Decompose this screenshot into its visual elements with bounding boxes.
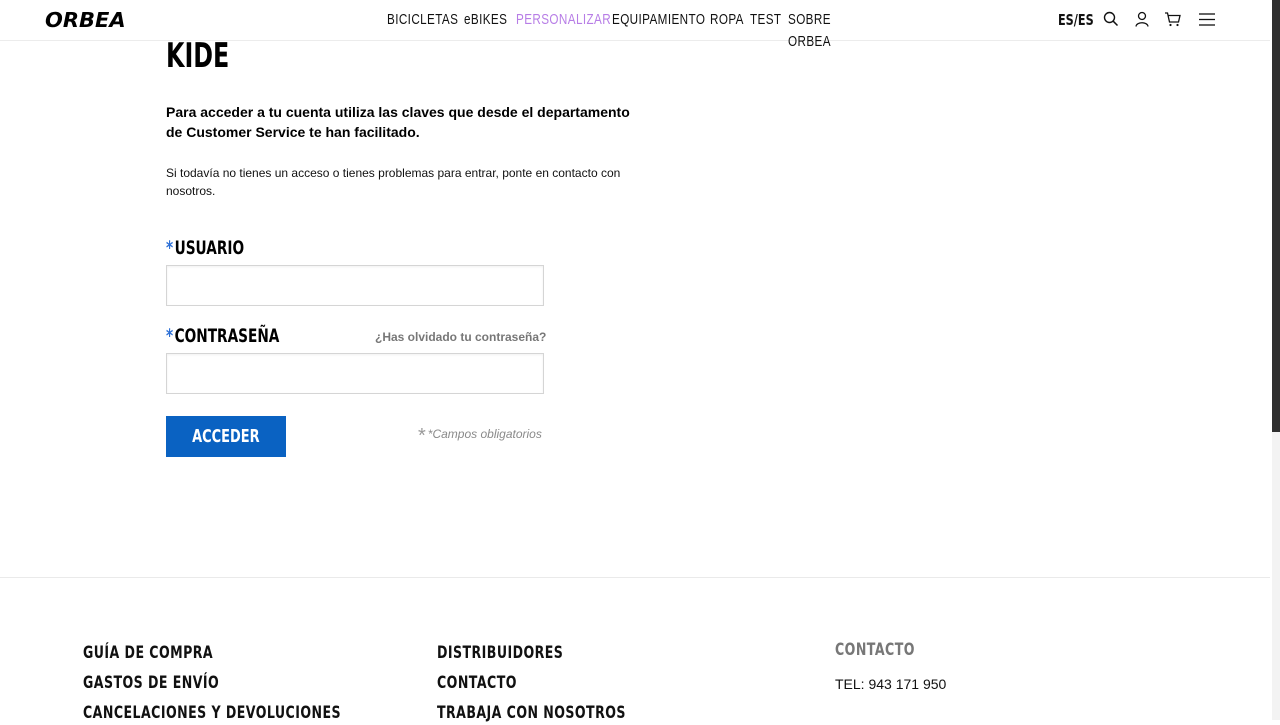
footer-link-cancelaciones[interactable]: CANCELACIONES Y DEVOLUCIONES	[83, 701, 341, 725]
required-marker: *	[166, 325, 174, 347]
nav-label: SOBRE ORBEA	[788, 11, 831, 50]
nav-label: PERSONALIZAR	[516, 11, 612, 28]
footer-contact-heading: CONTACTO	[835, 640, 915, 660]
menu-icon[interactable]	[1199, 11, 1217, 29]
username-input[interactable]	[166, 265, 544, 306]
scrollbar-thumb[interactable]	[1272, 0, 1280, 432]
mandatory-fields-text: *Campos obligatorios	[427, 427, 542, 441]
login-help-text: Si todavía no tienes un acceso o tienes …	[166, 166, 621, 198]
cart-icon[interactable]	[1164, 11, 1182, 29]
mandatory-fields-note: * *Campos obligatorios	[418, 424, 542, 446]
search-icon[interactable]	[1103, 11, 1121, 29]
password-label: *CONTRASEÑA	[166, 324, 279, 348]
footer-link-trabaja[interactable]: TRABAJA CON NOSOTROS	[437, 701, 626, 725]
site-header: ORBEA BICICLETAS eBIKES PERSONALIZAR EQU…	[0, 0, 1270, 50]
page-scrollbar[interactable]	[1272, 0, 1280, 720]
nav-label: TEST	[750, 11, 782, 28]
username-label-text: USUARIO	[174, 237, 245, 259]
password-label-text: CONTRASEÑA	[174, 325, 280, 347]
required-marker: *	[418, 425, 426, 447]
page-title: KIDE	[166, 36, 230, 76]
nav-label: BICICLETAS	[387, 11, 459, 28]
footer-link-distribuidores[interactable]: DISTRIBUIDORES	[437, 641, 563, 665]
nav-label: eBIKES	[464, 11, 508, 28]
orbea-logo[interactable]: ORBEA	[45, 9, 126, 31]
forgot-password-link[interactable]: ¿Has olvidado tu contraseña?	[375, 329, 546, 345]
login-submit-label: ACCEDER	[192, 426, 260, 447]
footer-link-guia-compra[interactable]: GUÍA DE COMPRA	[83, 641, 213, 665]
required-marker: *	[166, 237, 174, 259]
footer-link-gastos-envio[interactable]: GASTOS DE ENVÍO	[83, 671, 219, 695]
login-intro-text: Para acceder a tu cuenta utiliza las cla…	[166, 104, 630, 140]
footer-link-contacto[interactable]: CONTACTO	[437, 671, 517, 695]
user-icon[interactable]	[1134, 11, 1152, 29]
footer-contact-phone[interactable]: TEL: 943 171 950	[835, 676, 946, 692]
footer-divider	[0, 577, 1270, 578]
nav-label: EQUIPAMIENTO	[612, 11, 706, 28]
username-label: *USUARIO	[166, 236, 244, 260]
nav-label: ROPA	[710, 11, 744, 28]
password-input[interactable]	[166, 353, 544, 394]
login-submit-button[interactable]: ACCEDER	[166, 416, 286, 457]
language-selector[interactable]: ES/ES	[1058, 9, 1094, 31]
